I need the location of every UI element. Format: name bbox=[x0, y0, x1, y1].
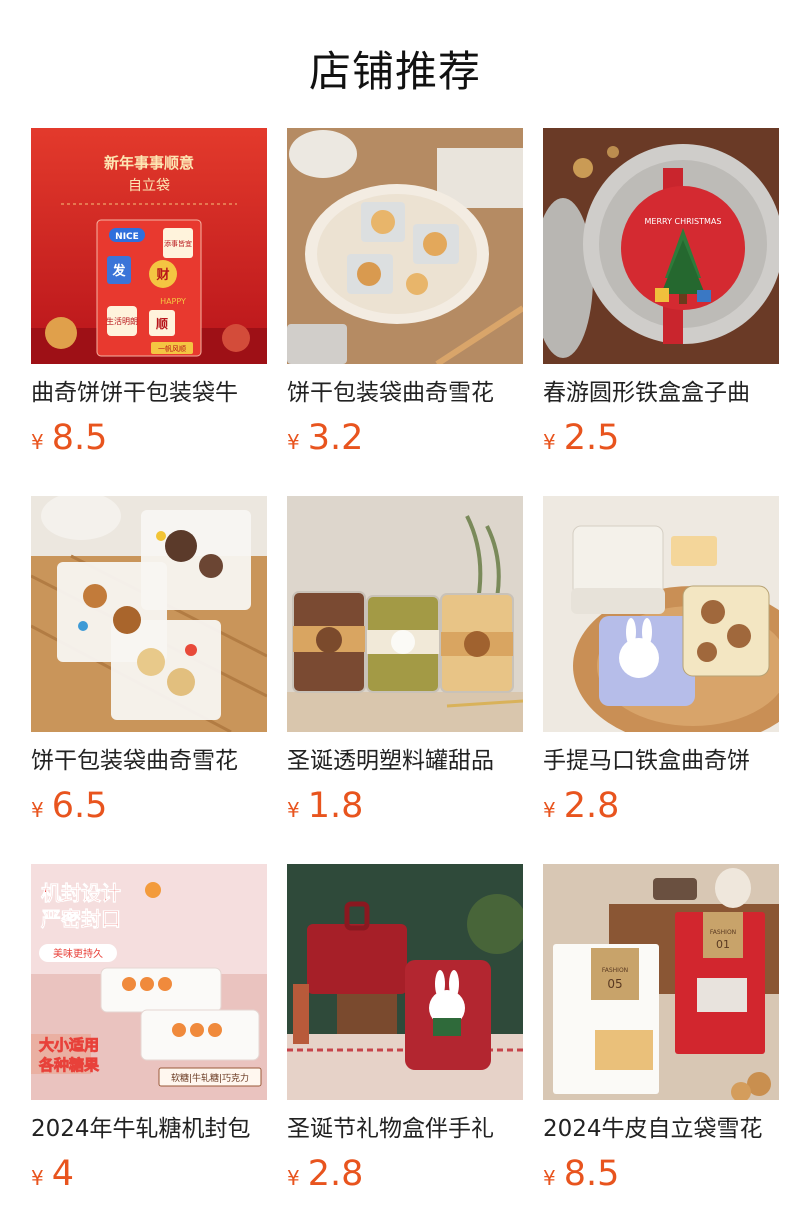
product-name[interactable]: 手提马口铁盒曲奇饼 bbox=[543, 746, 779, 776]
image-text: 一帆风顺 bbox=[158, 344, 186, 353]
image-text: NICE bbox=[115, 232, 139, 242]
currency-symbol: ¥ bbox=[287, 430, 300, 454]
price-value: 8.5 bbox=[563, 1154, 620, 1194]
image-text: 严密封口 bbox=[40, 907, 121, 931]
product-card[interactable]: 机封设计 严密封口 美味更持久 大小适用 各种糖果 软糖|牛轧糖|巧克力 202… bbox=[31, 864, 267, 1232]
product-image[interactable]: FASHION 01 FASHION 05 bbox=[543, 864, 779, 1100]
product-card[interactable]: 饼干包装袋曲奇雪花 ¥ 6.5 bbox=[31, 496, 267, 864]
image-text: HAPPY bbox=[160, 297, 186, 306]
product-name[interactable]: 饼干包装袋曲奇雪花 bbox=[287, 378, 523, 408]
price-value: 4 bbox=[51, 1154, 75, 1194]
image-text: 美味更持久 bbox=[53, 947, 103, 960]
image-text: 财 bbox=[156, 267, 169, 283]
product-card[interactable]: 饼干包装袋曲奇雪花 ¥ 3.2 bbox=[287, 128, 523, 496]
product-card[interactable]: 圣诞透明塑料罐甜品 ¥ 1.8 bbox=[287, 496, 523, 864]
image-text: 05 bbox=[607, 977, 622, 991]
product-image[interactable]: MERRY CHRISTMAS bbox=[543, 128, 779, 364]
image-text: FASHION bbox=[602, 967, 628, 974]
product-name[interactable]: 曲奇饼饼干包装袋牛 bbox=[31, 378, 267, 408]
currency-symbol: ¥ bbox=[31, 430, 44, 454]
product-price: ¥ 2.5 bbox=[543, 418, 779, 458]
product-image[interactable]: 机封设计 严密封口 美味更持久 大小适用 各种糖果 软糖|牛轧糖|巧克力 bbox=[31, 864, 267, 1100]
product-name[interactable]: 圣诞透明塑料罐甜品 bbox=[287, 746, 523, 776]
product-price: ¥ 8.5 bbox=[31, 418, 267, 458]
product-image[interactable] bbox=[31, 496, 267, 732]
currency-symbol: ¥ bbox=[31, 1166, 44, 1190]
image-text: 自立袋 bbox=[128, 178, 170, 194]
currency-symbol: ¥ bbox=[287, 1166, 300, 1190]
image-text: 各种糖果 bbox=[38, 1056, 100, 1074]
product-card[interactable]: 手提马口铁盒曲奇饼 ¥ 2.8 bbox=[543, 496, 779, 864]
image-text: MERRY CHRISTMAS bbox=[645, 217, 722, 226]
image-text: 软糖|牛轧糖|巧克力 bbox=[171, 1072, 249, 1084]
image-text: 01 bbox=[716, 938, 730, 951]
price-value: 1.8 bbox=[307, 786, 364, 826]
product-price: ¥ 8.5 bbox=[543, 1154, 779, 1194]
price-value: 8.5 bbox=[51, 418, 108, 458]
header: 店铺推荐 bbox=[0, 0, 790, 128]
product-name[interactable]: 春游圆形铁盒盒子曲 bbox=[543, 378, 779, 408]
image-text: FASHION bbox=[710, 929, 736, 936]
image-text: 大小适用 bbox=[39, 1036, 99, 1054]
product-image[interactable] bbox=[543, 496, 779, 732]
store-recommendations-page: 店铺推荐 新年事事顺意 自立袋 NICE 添事皆宜 发 财 HAPPY 生活明朗… bbox=[0, 0, 790, 1232]
price-value: 2.5 bbox=[563, 418, 620, 458]
product-price: ¥ 2.8 bbox=[543, 786, 779, 826]
product-image[interactable] bbox=[287, 128, 523, 364]
product-card[interactable]: 圣诞节礼物盒伴手礼 ¥ 2.8 bbox=[287, 864, 523, 1232]
price-value: 3.2 bbox=[307, 418, 364, 458]
product-price: ¥ 2.8 bbox=[287, 1154, 523, 1194]
product-image[interactable] bbox=[287, 864, 523, 1100]
image-text: 添事皆宜 bbox=[164, 239, 192, 248]
image-text: 生活明朗 bbox=[106, 316, 138, 326]
product-card[interactable]: FASHION 01 FASHION 05 2024牛皮自立袋雪花 ¥ 8.5 bbox=[543, 864, 779, 1232]
price-value: 2.8 bbox=[307, 1154, 364, 1194]
image-text: 顺 bbox=[156, 316, 168, 331]
price-value: 2.8 bbox=[563, 786, 620, 826]
product-price: ¥ 4 bbox=[31, 1154, 267, 1194]
currency-symbol: ¥ bbox=[287, 798, 300, 822]
image-text: 发 bbox=[111, 263, 126, 279]
product-grid: 新年事事顺意 自立袋 NICE 添事皆宜 发 财 HAPPY 生活明朗 顺 一帆… bbox=[31, 128, 779, 1232]
currency-symbol: ¥ bbox=[31, 798, 44, 822]
product-card[interactable]: 新年事事顺意 自立袋 NICE 添事皆宜 发 财 HAPPY 生活明朗 顺 一帆… bbox=[31, 128, 267, 496]
product-price: ¥ 6.5 bbox=[31, 786, 267, 826]
product-price: ¥ 3.2 bbox=[287, 418, 523, 458]
currency-symbol: ¥ bbox=[543, 1166, 556, 1190]
product-card[interactable]: MERRY CHRISTMAS 春游圆形铁盒盒子曲 ¥ 2.5 bbox=[543, 128, 779, 496]
price-value: 6.5 bbox=[51, 786, 108, 826]
product-name[interactable]: 圣诞节礼物盒伴手礼 bbox=[287, 1114, 523, 1144]
image-text: 新年事事顺意 bbox=[104, 154, 194, 172]
product-image[interactable] bbox=[287, 496, 523, 732]
product-name[interactable]: 2024牛皮自立袋雪花 bbox=[543, 1114, 779, 1144]
product-name[interactable]: 2024年牛轧糖机封包 bbox=[31, 1114, 267, 1144]
product-name[interactable]: 饼干包装袋曲奇雪花 bbox=[31, 746, 267, 776]
currency-symbol: ¥ bbox=[543, 430, 556, 454]
currency-symbol: ¥ bbox=[543, 798, 556, 822]
product-price: ¥ 1.8 bbox=[287, 786, 523, 826]
product-image[interactable]: 新年事事顺意 自立袋 NICE 添事皆宜 发 财 HAPPY 生活明朗 顺 一帆… bbox=[31, 128, 267, 364]
page-title: 店铺推荐 bbox=[308, 47, 481, 96]
image-text: 机封设计 bbox=[41, 881, 121, 905]
